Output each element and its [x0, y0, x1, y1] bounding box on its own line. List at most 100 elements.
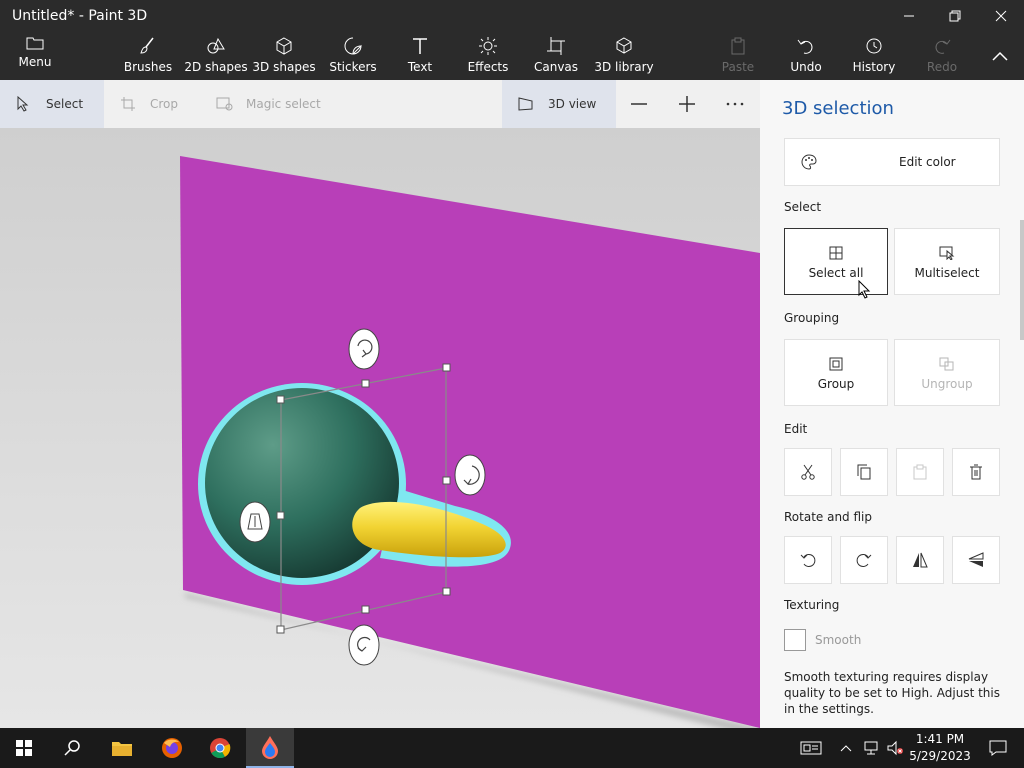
- network-button[interactable]: [860, 728, 882, 768]
- canvas-button[interactable]: Canvas: [534, 32, 578, 80]
- rotate-right-button[interactable]: [840, 536, 888, 584]
- select-section-header: Select: [784, 200, 822, 214]
- select-all-label: Select all: [808, 265, 864, 280]
- close-icon: [995, 10, 1007, 22]
- group-button[interactable]: Group: [784, 339, 888, 406]
- copy-button[interactable]: [840, 448, 888, 496]
- text-icon: [413, 38, 427, 54]
- crop-icon: [121, 97, 135, 111]
- multiselect-button[interactable]: Multiselect: [894, 228, 1000, 295]
- edit-color-button[interactable]: Edit color: [784, 138, 1000, 186]
- 3d-view-icon: [518, 97, 533, 111]
- grouping-section-header: Grouping: [784, 311, 840, 325]
- select-tool-button[interactable]: Select: [0, 80, 104, 128]
- paste-icon: [913, 464, 927, 480]
- brush-icon: [140, 37, 154, 54]
- tool-options-bar: Select Crop Magic select 3D view: [0, 80, 760, 128]
- select-label: Select: [46, 97, 84, 111]
- 3d-canvas[interactable]: [0, 128, 760, 728]
- ungroup-label: Ungroup: [921, 376, 973, 391]
- magic-select-button[interactable]: Magic select: [200, 80, 340, 128]
- zoom-out-button[interactable]: [616, 80, 664, 128]
- depth-handle[interactable]: [239, 501, 271, 543]
- canvas-label: Canvas: [533, 60, 579, 74]
- crop-tool-button[interactable]: Crop: [104, 80, 200, 128]
- delete-button[interactable]: [952, 448, 1000, 496]
- paste-panel-button[interactable]: [896, 448, 944, 496]
- redo-label: Redo: [926, 60, 958, 74]
- collapse-ribbon-button[interactable]: [986, 32, 1014, 80]
- chevron-up-icon: [840, 745, 852, 752]
- canvas-crop-icon: [547, 37, 565, 55]
- flip-horizontal-button[interactable]: [896, 536, 944, 584]
- notification-icon: [989, 740, 1007, 756]
- multiselect-label: Multiselect: [914, 265, 980, 280]
- 3d-library-icon: [616, 37, 632, 54]
- firefox-button[interactable]: [148, 728, 196, 768]
- select-all-button[interactable]: Select all: [784, 228, 888, 295]
- rotate-left-icon: [800, 554, 816, 567]
- more-options-button[interactable]: [712, 80, 760, 128]
- menu-button[interactable]: Menu: [12, 32, 58, 80]
- trash-icon: [970, 464, 982, 480]
- edit-section-header: Edit: [784, 422, 808, 436]
- rotate-right-handle[interactable]: [454, 454, 486, 496]
- 2d-shapes-button[interactable]: 2D shapes: [184, 32, 248, 80]
- close-button[interactable]: [978, 0, 1024, 32]
- notifications-button[interactable]: [976, 728, 1020, 768]
- stickers-button[interactable]: Stickers: [326, 32, 380, 80]
- restore-button[interactable]: [932, 0, 978, 32]
- start-button[interactable]: [0, 728, 48, 768]
- rotate-bottom-handle[interactable]: [348, 624, 380, 666]
- 3d-shapes-button[interactable]: 3D shapes: [252, 32, 316, 80]
- smooth-checkbox[interactable]: [784, 629, 806, 651]
- effects-button[interactable]: Effects: [466, 32, 510, 80]
- keyboard-icon: [800, 741, 822, 755]
- toolbar-spacer: [340, 80, 502, 128]
- panel-title: 3D selection: [782, 98, 894, 119]
- 3d-library-label: 3D library: [594, 60, 654, 74]
- brushes-button[interactable]: Brushes: [122, 32, 174, 80]
- network-icon: [864, 741, 878, 755]
- sticker-icon: [344, 37, 362, 55]
- panel-scrollbar[interactable]: [1020, 220, 1024, 340]
- volume-button[interactable]: [884, 728, 906, 768]
- task-view-tray-button[interactable]: [794, 728, 828, 768]
- volume-muted-icon: [887, 740, 903, 756]
- magic-select-label: Magic select: [246, 97, 321, 111]
- 3d-library-button[interactable]: 3D library: [594, 32, 654, 80]
- history-button[interactable]: History: [852, 32, 896, 80]
- rotate-left-button[interactable]: [784, 536, 832, 584]
- cut-button[interactable]: [784, 448, 832, 496]
- text-button[interactable]: Text: [400, 32, 440, 80]
- zoom-in-button[interactable]: [664, 80, 712, 128]
- chevron-up-icon: [992, 51, 1008, 61]
- undo-icon: [797, 39, 813, 54]
- paint-3d-icon: [262, 736, 278, 759]
- ungroup-button[interactable]: Ungroup: [894, 339, 1000, 406]
- paste-label: Paste: [721, 60, 755, 74]
- minimize-button[interactable]: [886, 0, 932, 32]
- ellipsis-icon: [726, 102, 744, 106]
- rotate-top-handle[interactable]: [348, 328, 380, 370]
- restore-icon: [949, 10, 961, 22]
- clock-date: 5/29/2023: [909, 749, 971, 763]
- sun-icon: [479, 37, 497, 55]
- paste-button[interactable]: Paste: [718, 32, 758, 80]
- search-button[interactable]: [48, 728, 96, 768]
- flip-vertical-button[interactable]: [952, 536, 1000, 584]
- redo-button[interactable]: Redo: [922, 32, 962, 80]
- undo-button[interactable]: Undo: [786, 32, 826, 80]
- scene[interactable]: [0, 128, 760, 728]
- effects-label: Effects: [467, 60, 509, 74]
- clock[interactable]: 1:41 PM 5/29/2023: [908, 731, 972, 765]
- chrome-button[interactable]: [196, 728, 244, 768]
- 3d-view-toggle[interactable]: 3D view: [502, 80, 616, 128]
- show-hidden-icons-button[interactable]: [836, 728, 856, 768]
- 3d-selection-panel: 3D selection Edit color Select Select al…: [760, 80, 1024, 728]
- chrome-icon: [210, 738, 231, 759]
- file-explorer-button[interactable]: [98, 728, 146, 768]
- title-bar: Untitled* - Paint 3D: [0, 0, 1024, 32]
- paint-3d-taskbar-button[interactable]: [246, 728, 294, 768]
- 2d-shapes-icon: [207, 37, 225, 54]
